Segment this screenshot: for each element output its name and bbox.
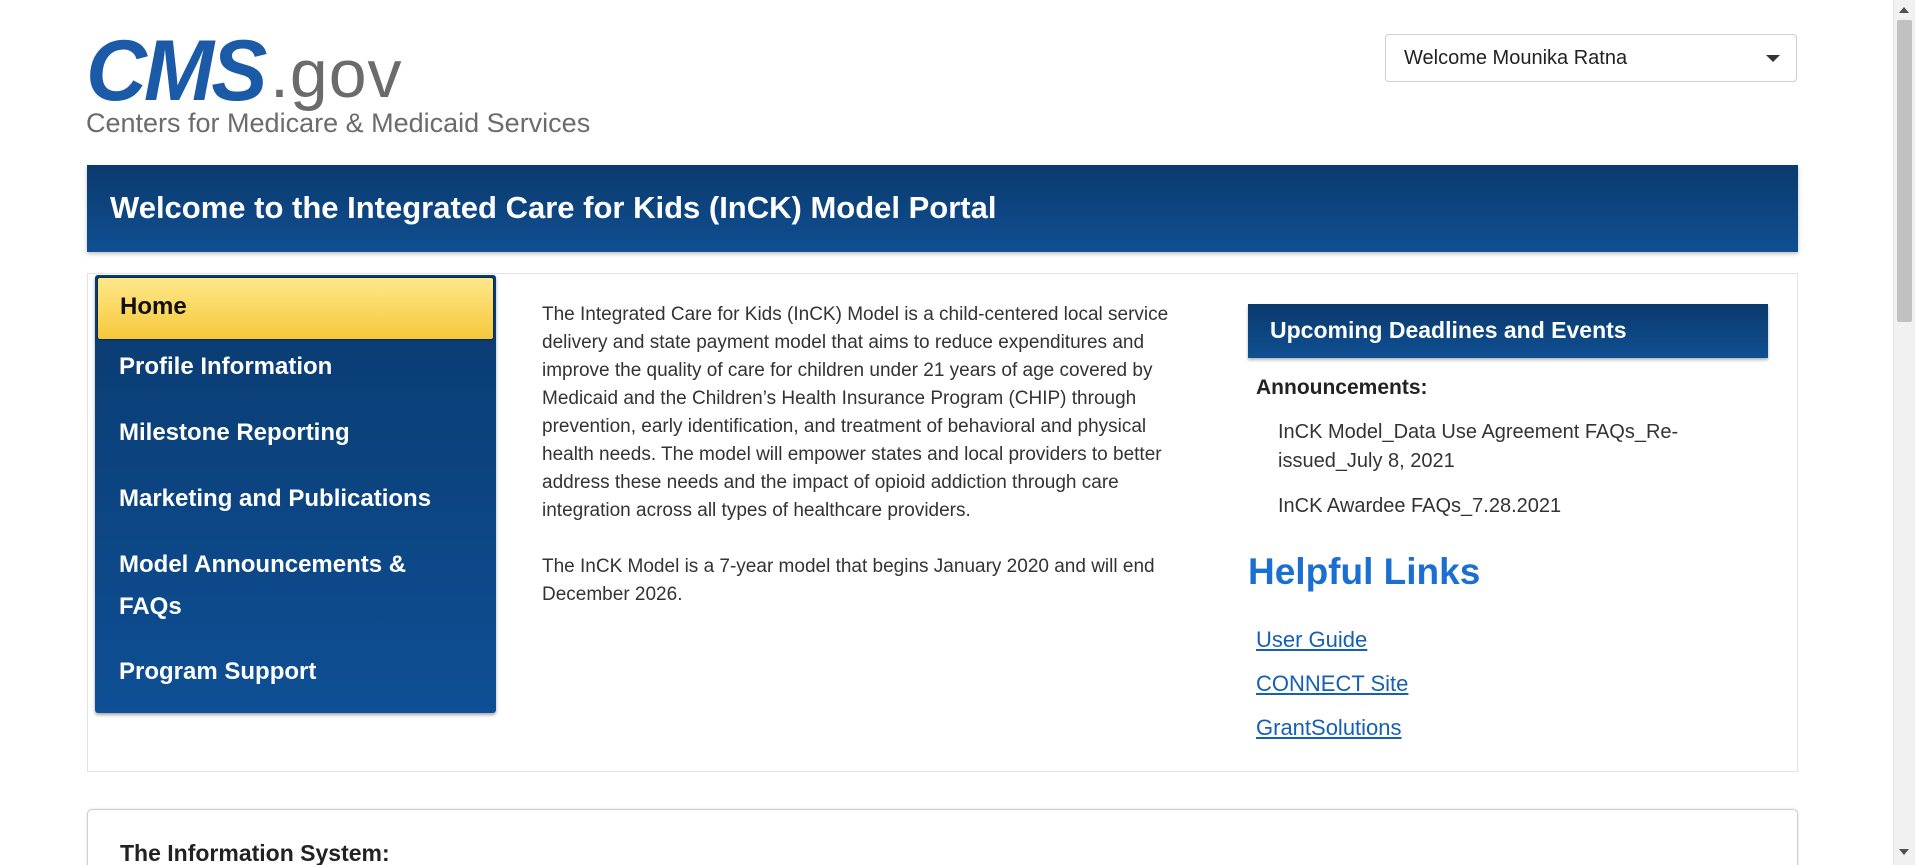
vertical-scrollbar[interactable] (1893, 0, 1915, 865)
intro-paragraph-2: The InCK Model is a 7-year model that be… (542, 556, 1155, 605)
page: CMS .gov Centers for Medicare & Medicaid… (0, 0, 1893, 865)
deadlines-title: Upcoming Deadlines and Events (1270, 317, 1627, 343)
link-connect-site[interactable]: CONNECT Site (1256, 671, 1408, 697)
user-menu-label: Welcome Mounika Ratna (1404, 47, 1628, 69)
info-system-title: The Information System: (120, 840, 390, 865)
link-grantsolutions[interactable]: GrantSolutions (1256, 715, 1402, 741)
announcements-label: Announcements: (1256, 376, 1428, 399)
page-title: Welcome to the Integrated Care for Kids … (110, 190, 997, 225)
scrollbar-thumb[interactable] (1897, 20, 1912, 322)
nav-item-label: Profile Information (119, 353, 333, 380)
user-menu-dropdown[interactable]: Welcome Mounika Ratna (1385, 34, 1797, 82)
scroll-down-arrow-icon[interactable] (1899, 849, 1909, 855)
announcement-item[interactable]: InCK Model_Data Use Agreement FAQs_Re-is… (1278, 418, 1728, 476)
logo-gov-text: .gov (270, 36, 403, 112)
deadlines-header: Upcoming Deadlines and Events (1248, 304, 1768, 358)
nav-item-label: Marketing and Publications (119, 485, 432, 512)
scroll-up-arrow-icon[interactable] (1899, 7, 1909, 13)
intro-text: The Integrated Care for Kids (InCK) Mode… (542, 301, 1202, 637)
nav-item-marketing-publications[interactable]: Marketing and Publications (95, 478, 496, 520)
intro-paragraph-1: The Integrated Care for Kids (InCK) Mode… (542, 304, 1169, 521)
page-banner: Welcome to the Integrated Care for Kids … (87, 165, 1798, 252)
helpful-links-title: Helpful Links (1248, 551, 1481, 592)
nav-item-milestone-reporting[interactable]: Milestone Reporting (95, 412, 496, 454)
sidebar-nav: Home Profile Information Milestone Repor… (95, 275, 496, 713)
nav-item-label: Program Support (119, 658, 317, 685)
logo-cms-text: CMS (86, 23, 267, 119)
nav-item-program-support[interactable]: Program Support (95, 651, 496, 693)
announcement-item[interactable]: InCK Awardee FAQs_7.28.2021 (1278, 492, 1728, 521)
nav-item-profile-information[interactable]: Profile Information (95, 346, 496, 388)
chevron-down-icon (1766, 55, 1780, 62)
logo-subtitle: Centers for Medicare & Medicaid Services (86, 108, 591, 138)
link-user-guide[interactable]: User Guide (1256, 627, 1367, 653)
nav-item-home[interactable]: Home (97, 277, 494, 340)
nav-item-label: Model Announcements & (119, 551, 407, 578)
nav-item-label-line2: FAQs (119, 593, 182, 620)
nav-item-label: Milestone Reporting (119, 419, 350, 446)
info-system-section: The Information System: (87, 809, 1798, 865)
nav-item-announcements-faqs[interactable]: Model Announcements & FAQs (95, 544, 496, 628)
nav-item-label: Home (120, 293, 187, 320)
